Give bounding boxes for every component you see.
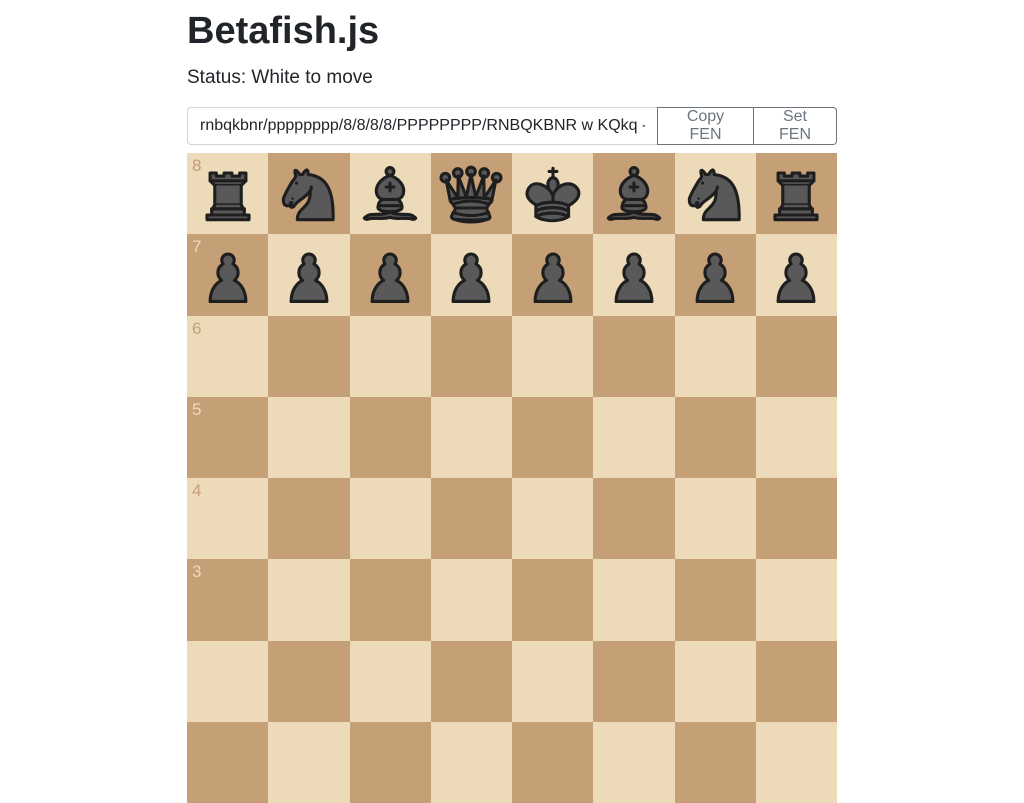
square-a1[interactable] [187,721,269,803]
black-queen-icon[interactable] [431,153,512,234]
black-rook-icon[interactable] [187,153,268,234]
square-h2[interactable] [755,640,837,722]
square-f8[interactable] [593,153,675,235]
square-d2[interactable] [430,640,512,722]
black-knight-icon[interactable] [675,153,756,234]
square-f1[interactable] [593,721,675,803]
black-pawn-icon[interactable] [268,234,349,315]
square-a5[interactable]: 5 [187,396,269,478]
square-c5[interactable] [349,396,431,478]
square-h8[interactable] [755,153,837,235]
square-a3[interactable]: 3 [187,559,269,641]
square-b1[interactable] [268,721,350,803]
black-pawn-icon[interactable] [675,234,756,315]
square-d4[interactable] [430,478,512,560]
square-a4[interactable]: 4 [187,478,269,560]
square-g2[interactable] [674,640,756,722]
square-g3[interactable] [674,559,756,641]
square-f2[interactable] [593,640,675,722]
fen-input[interactable] [187,107,657,145]
square-b5[interactable] [268,396,350,478]
square-c1[interactable] [349,721,431,803]
square-h4[interactable] [755,478,837,560]
black-pawn-icon[interactable] [512,234,593,315]
square-d7[interactable] [430,234,512,316]
chess-board: 876 5 4 3 [187,153,837,803]
square-h5[interactable] [755,396,837,478]
black-bishop-icon[interactable] [593,153,674,234]
game-status: Status: White to move [187,67,373,88]
square-d8[interactable] [430,153,512,235]
square-b6[interactable] [268,315,350,397]
black-pawn-icon[interactable] [187,234,268,315]
square-a6[interactable]: 6 [187,315,269,397]
square-g8[interactable] [674,153,756,235]
square-b8[interactable] [268,153,350,235]
rank-label: 6 [192,318,202,338]
square-d3[interactable] [430,559,512,641]
square-g5[interactable] [674,396,756,478]
square-e8[interactable] [512,153,594,235]
square-g4[interactable] [674,478,756,560]
square-a8[interactable]: 8 [187,153,269,235]
rank-label: 5 [192,399,202,419]
rank-label: 4 [192,481,202,500]
black-pawn-icon[interactable] [593,234,674,315]
square-d6[interactable] [430,315,512,397]
square-b4[interactable] [268,478,350,560]
square-a7[interactable]: 7 [187,234,269,316]
copy-fen-button[interactable]: Copy FEN [657,107,754,145]
square-b7[interactable] [268,234,350,316]
square-c8[interactable] [349,153,431,235]
square-c4[interactable] [349,478,431,560]
rank-label: 3 [192,562,202,582]
square-e2[interactable] [512,640,594,722]
square-g7[interactable] [674,234,756,316]
square-d5[interactable] [430,396,512,478]
set-fen-button[interactable]: Set FEN [754,107,837,145]
square-f5[interactable] [593,396,675,478]
square-h3[interactable] [755,559,837,641]
square-h7[interactable] [755,234,837,316]
square-c3[interactable] [349,559,431,641]
fen-input-group: Copy FEN Set FEN [187,107,837,145]
square-f6[interactable] [593,315,675,397]
black-pawn-icon[interactable] [756,234,837,315]
square-e6[interactable] [512,315,594,397]
square-b2[interactable] [268,640,350,722]
square-h6[interactable] [755,315,837,397]
black-knight-icon[interactable] [268,153,349,234]
black-king-icon[interactable] [512,153,593,234]
square-f3[interactable] [593,559,675,641]
square-c7[interactable] [349,234,431,316]
square-e3[interactable] [512,559,594,641]
square-e1[interactable] [512,721,594,803]
square-c6[interactable] [349,315,431,397]
square-f7[interactable] [593,234,675,316]
square-e5[interactable] [512,396,594,478]
square-g6[interactable] [674,315,756,397]
square-f4[interactable] [593,478,675,560]
black-rook-icon[interactable] [756,153,837,234]
black-pawn-icon[interactable] [350,234,431,315]
square-e7[interactable] [512,234,594,316]
black-bishop-icon[interactable] [350,153,431,234]
square-a2[interactable] [187,640,269,722]
square-d1[interactable] [430,721,512,803]
square-e4[interactable] [512,478,594,560]
square-g1[interactable] [674,721,756,803]
black-pawn-icon[interactable] [431,234,512,315]
square-b3[interactable] [268,559,350,641]
square-c2[interactable] [349,640,431,722]
page-title: Betafish.js [187,10,380,52]
square-h1[interactable] [755,721,837,803]
